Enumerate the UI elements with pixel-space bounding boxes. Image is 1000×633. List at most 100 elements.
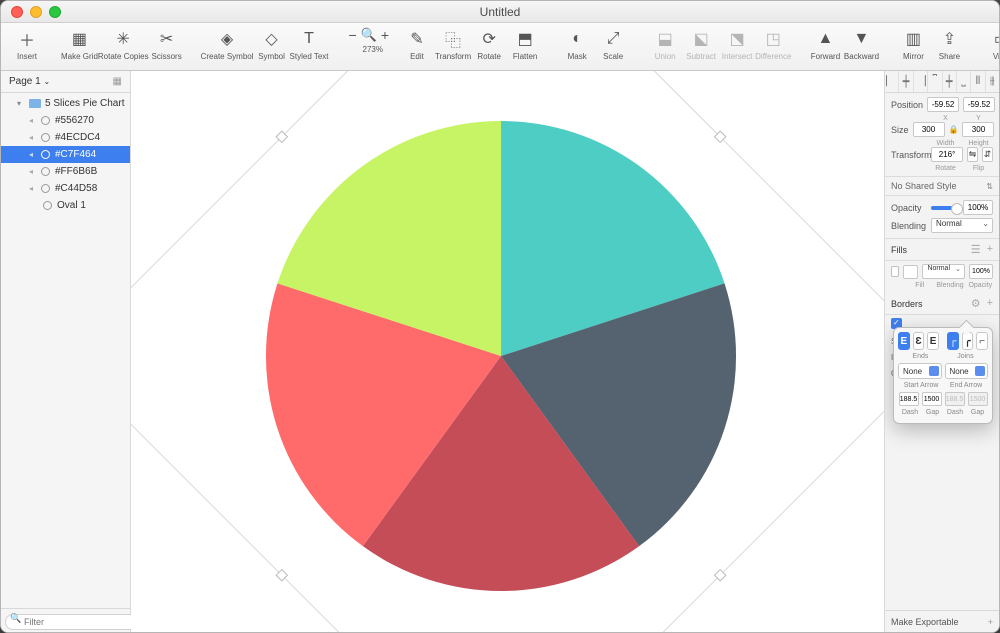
position-x-input[interactable] bbox=[927, 97, 959, 112]
end-butt-button[interactable]: E bbox=[898, 332, 910, 350]
mask-button[interactable]: ◐Mask bbox=[559, 27, 595, 61]
fill-opacity-input[interactable] bbox=[969, 264, 993, 279]
create-symbol-button[interactable]: ◈Create Symbol bbox=[201, 27, 254, 61]
borders-settings-icon[interactable]: ⚙ bbox=[971, 297, 981, 310]
grid-icon: ▦ bbox=[67, 27, 91, 51]
transform-button[interactable]: ⿻Transform bbox=[435, 27, 471, 61]
make-grid-button[interactable]: ▦Make Grid bbox=[61, 27, 98, 61]
fill-blend-select[interactable]: Normal bbox=[922, 264, 965, 279]
align-right-button[interactable]: ⎹ bbox=[914, 71, 928, 92]
zoom-in-button[interactable]: + bbox=[377, 27, 393, 43]
blending-select[interactable]: Normal bbox=[931, 218, 993, 233]
make-exportable-button[interactable]: Make Exportable + bbox=[885, 610, 999, 632]
titlebar: Untitled bbox=[1, 1, 999, 23]
fill-swatch[interactable] bbox=[903, 265, 918, 279]
lock-icon[interactable]: 🔒 bbox=[949, 125, 959, 134]
layer-folder[interactable]: ▾ 5 Slices Pie Chart bbox=[1, 95, 130, 112]
view-button[interactable]: ▭View bbox=[983, 27, 1000, 61]
end-square-button[interactable]: E bbox=[927, 332, 939, 350]
share-button[interactable]: ⇪Share bbox=[931, 27, 967, 61]
fills-header: Fills bbox=[891, 245, 907, 255]
mirror-button[interactable]: ▥Mirror bbox=[895, 27, 931, 61]
union-icon: ⬓ bbox=[653, 27, 677, 51]
folder-icon bbox=[29, 99, 41, 108]
scale-icon: ⤢ bbox=[601, 27, 625, 51]
chevron-down-icon: ▾ bbox=[17, 99, 25, 108]
start-arrow-select[interactable]: None bbox=[898, 363, 942, 379]
chevron-down-icon: ⌄ bbox=[43, 77, 50, 86]
shape-icon bbox=[41, 184, 50, 193]
canvas[interactable] bbox=[131, 71, 884, 632]
backward-button[interactable]: ▼Backward bbox=[843, 27, 879, 61]
shared-style-select[interactable]: No Shared Style⇅ bbox=[885, 177, 999, 196]
align-top-button[interactable]: ⎴ bbox=[928, 71, 942, 92]
dash1-input[interactable] bbox=[899, 392, 919, 406]
page-selector[interactable]: Page 1 ⌄ ▦ bbox=[1, 71, 130, 93]
flatten-icon: ⬒ bbox=[513, 27, 537, 51]
layer-item[interactable]: ◂#C44D58 bbox=[1, 180, 130, 197]
rotate-button[interactable]: ⟳Rotate bbox=[471, 27, 507, 61]
intersect-button[interactable]: ⬔Intersect bbox=[719, 27, 755, 61]
width-input[interactable] bbox=[913, 122, 945, 137]
rotate-input[interactable] bbox=[931, 147, 963, 162]
scissors-button[interactable]: ✂Scissors bbox=[149, 27, 185, 61]
fills-settings-icon[interactable]: ☰ bbox=[971, 243, 981, 256]
border-options-popover: E Ɛ E ┌ ╭ ⌐ EndsJoins None None Start Ar… bbox=[893, 327, 993, 424]
visibility-icon[interactable]: ◂ bbox=[29, 116, 35, 125]
end-arrow-select[interactable]: None bbox=[945, 363, 989, 379]
flip-v-button[interactable]: ⇵ bbox=[982, 147, 993, 162]
align-bottom-button[interactable]: ⎵ bbox=[957, 71, 971, 92]
join-miter-button[interactable]: ┌ bbox=[947, 332, 959, 350]
dash2-input[interactable] bbox=[945, 392, 965, 406]
visibility-icon[interactable]: ◂ bbox=[29, 150, 35, 159]
forward-button[interactable]: ▲Forward bbox=[807, 27, 843, 61]
add-fill-button[interactable]: + bbox=[987, 243, 993, 256]
flatten-button[interactable]: ⬒Flatten bbox=[507, 27, 543, 61]
add-border-button[interactable]: + bbox=[987, 297, 993, 310]
rotate-copies-button[interactable]: ✳Rotate Copies bbox=[98, 27, 149, 61]
gap2-input[interactable] bbox=[968, 392, 988, 406]
layer-oval[interactable]: Oval 1 bbox=[1, 197, 130, 214]
shape-icon bbox=[41, 116, 50, 125]
share-icon: ⇪ bbox=[937, 27, 961, 51]
visibility-icon[interactable]: ◂ bbox=[29, 167, 35, 176]
inspector: ⎸ ┿ ⎹ ⎴ ┿ ⎵ ⫴ ⫵ Position XY Size 🔒 bbox=[884, 71, 999, 632]
position-y-input[interactable] bbox=[963, 97, 995, 112]
union-button[interactable]: ⬓Union bbox=[647, 27, 683, 61]
subtract-button[interactable]: ⬕Subtract bbox=[683, 27, 719, 61]
insert-button[interactable]: ＋Insert bbox=[9, 27, 45, 61]
join-bevel-button[interactable]: ⌐ bbox=[976, 332, 988, 350]
align-left-button[interactable]: ⎸ bbox=[885, 71, 899, 92]
align-vcenter-button[interactable]: ┿ bbox=[943, 71, 957, 92]
shape-icon bbox=[41, 167, 50, 176]
fill-enabled-checkbox[interactable] bbox=[891, 266, 899, 277]
layer-item[interactable]: ◂#4ECDC4 bbox=[1, 129, 130, 146]
opacity-slider[interactable] bbox=[931, 206, 959, 210]
distribute-v-button[interactable]: ⫵ bbox=[986, 71, 999, 92]
layer-item[interactable]: ◂#C7F464 bbox=[1, 146, 130, 163]
height-input[interactable] bbox=[962, 122, 994, 137]
page-grid-icon[interactable]: ▦ bbox=[113, 76, 122, 87]
gap1-input[interactable] bbox=[922, 392, 942, 406]
opacity-input[interactable] bbox=[963, 200, 993, 215]
visibility-icon[interactable]: ◂ bbox=[29, 184, 35, 193]
scale-button[interactable]: ⤢Scale bbox=[595, 27, 631, 61]
visibility-icon[interactable]: ◂ bbox=[29, 133, 35, 142]
zoom-out-button[interactable]: − bbox=[345, 27, 361, 43]
edit-button[interactable]: ✎Edit bbox=[399, 27, 435, 61]
pie-chart bbox=[131, 71, 884, 632]
difference-button[interactable]: ◳Difference bbox=[755, 27, 791, 61]
layer-item[interactable]: ◂#FF6B6B bbox=[1, 163, 130, 180]
align-hcenter-button[interactable]: ┿ bbox=[899, 71, 913, 92]
borders-header: Borders bbox=[891, 299, 923, 309]
symbol-button[interactable]: ◇Symbol bbox=[254, 27, 290, 61]
end-round-button[interactable]: Ɛ bbox=[913, 332, 925, 350]
styled-text-button[interactable]: TStyled Text bbox=[290, 27, 329, 61]
filter-input[interactable] bbox=[5, 614, 148, 630]
distribute-h-button[interactable]: ⫴ bbox=[971, 71, 985, 92]
flip-h-button[interactable]: ⇋ bbox=[967, 147, 978, 162]
create-symbol-icon: ◈ bbox=[215, 27, 239, 51]
layer-item[interactable]: ◂#556270 bbox=[1, 112, 130, 129]
join-round-button[interactable]: ╭ bbox=[962, 332, 974, 350]
difference-icon: ◳ bbox=[761, 27, 785, 51]
